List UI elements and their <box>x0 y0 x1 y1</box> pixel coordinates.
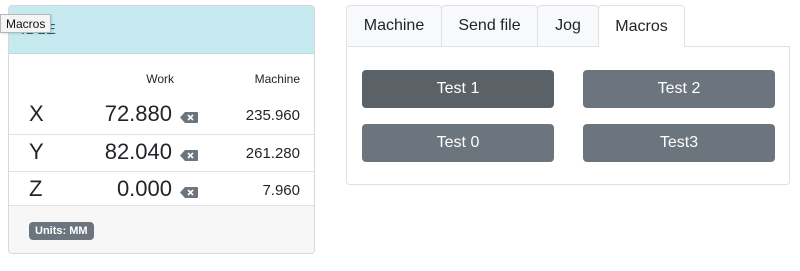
work-column-header: Work <box>146 72 174 86</box>
dro-card: IDLE Work Machine X 72.880 235.960 Y 82.… <box>8 5 315 254</box>
tab-nav: Machine Send file Jog Macros <box>346 5 685 47</box>
axis-row-x: X 72.880 235.960 <box>9 97 314 134</box>
macro-button-test3[interactable]: Test3 <box>583 124 775 162</box>
work-position: 72.880 <box>104 101 172 126</box>
backspace-icon[interactable] <box>180 110 198 123</box>
macro-button-test-2[interactable]: Test 2 <box>583 70 775 108</box>
axis-label: Y <box>29 139 44 164</box>
tooltip: Macros <box>0 14 52 33</box>
units-badge: Units: MM <box>29 222 94 240</box>
axis-label: Z <box>29 176 43 201</box>
machine-state-header: IDLE <box>9 6 314 54</box>
macro-button-test-0[interactable]: Test 0 <box>362 124 554 162</box>
dro-footer: Units: MM <box>9 205 314 253</box>
backspace-icon[interactable] <box>180 185 198 198</box>
axis-row-y: Y 82.040 261.280 <box>9 134 314 171</box>
work-position: 82.040 <box>104 139 172 164</box>
work-position: 0.000 <box>116 176 172 201</box>
tab-jog[interactable]: Jog <box>537 5 599 46</box>
tab-macros[interactable]: Macros <box>598 5 685 47</box>
dro-column-headers: Work Machine <box>9 72 314 90</box>
tab-send-file[interactable]: Send file <box>441 5 538 46</box>
machine-column-header: Machine <box>254 72 300 86</box>
machine-position: 7.960 <box>262 182 300 199</box>
machine-position: 235.960 <box>245 107 300 124</box>
app-page: IDLE Work Machine X 72.880 235.960 Y 82.… <box>0 0 800 271</box>
axis-row-z: Z 0.000 7.960 <box>9 171 314 208</box>
macros-panel: Test 1 Test 2 Test 0 Test3 <box>346 46 790 185</box>
tab-machine[interactable]: Machine <box>346 5 442 46</box>
backspace-icon[interactable] <box>180 148 198 161</box>
macro-button-test-1[interactable]: Test 1 <box>362 70 554 108</box>
axis-label: X <box>29 101 44 126</box>
machine-position: 261.280 <box>245 145 300 162</box>
